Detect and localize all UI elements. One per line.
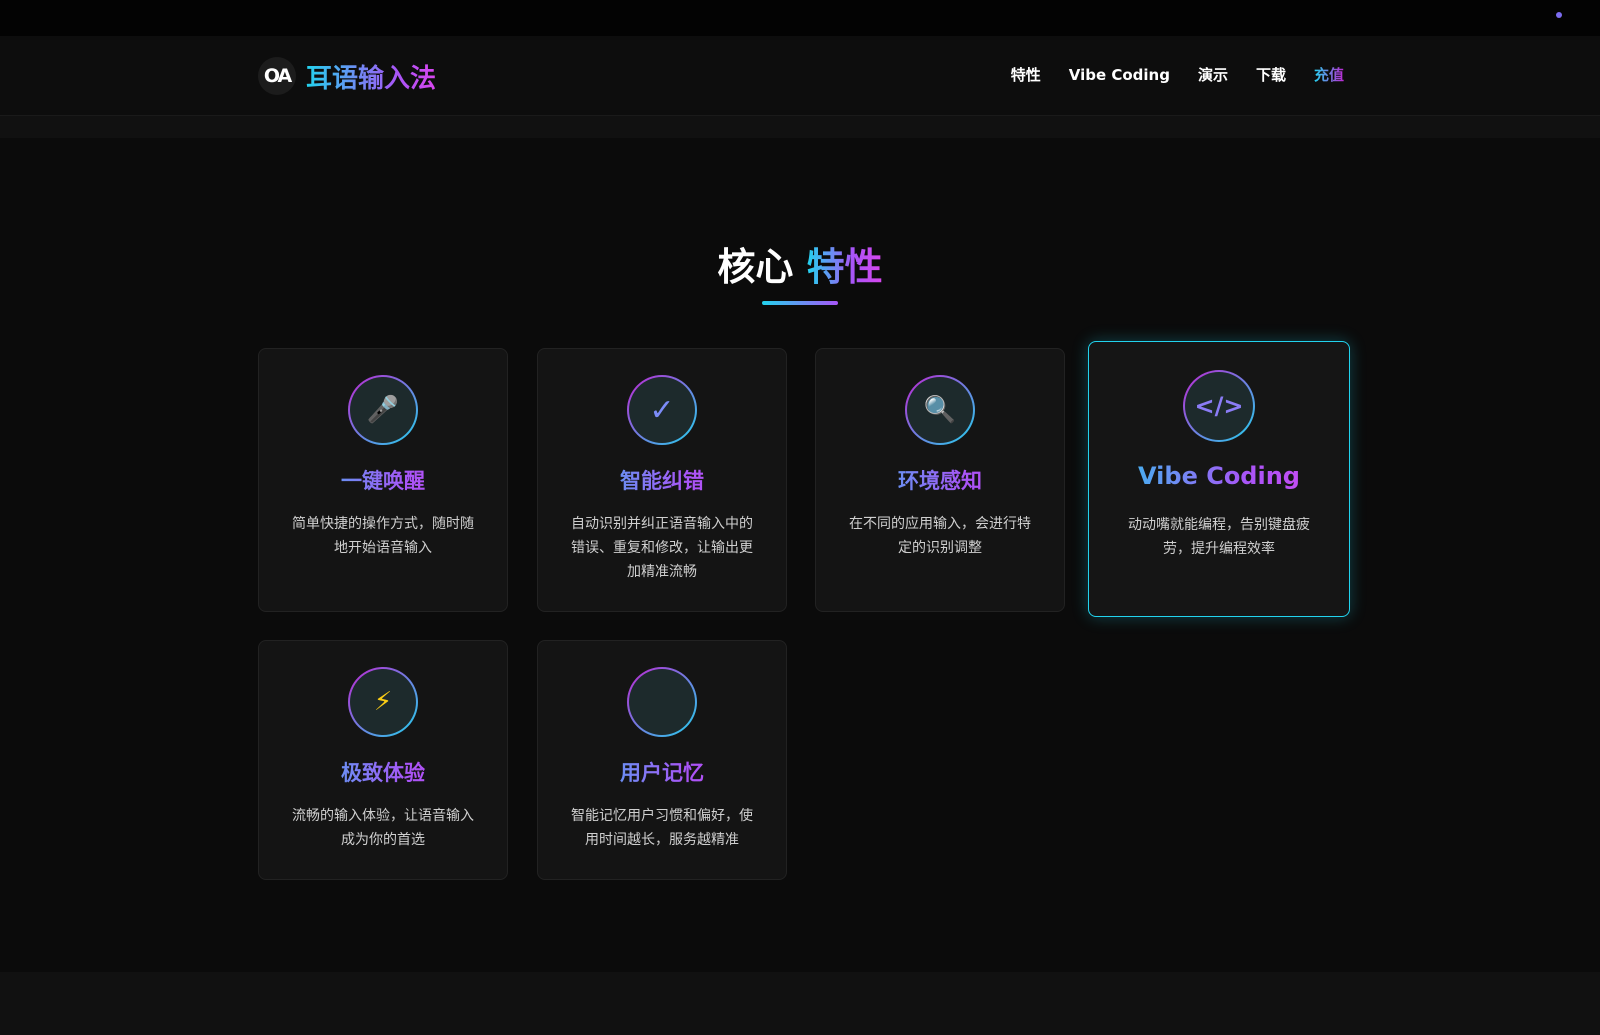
nav-download[interactable]: 下载 <box>1256 64 1286 85</box>
check-icon: ✓ <box>629 377 695 443</box>
feature-icon-ring: ✓ <box>627 375 697 445</box>
feature-title: Vibe Coding <box>1089 462 1349 490</box>
feature-description: 流畅的输入体验，让语音输入成为你的首选 <box>292 808 474 848</box>
status-dot <box>1556 12 1562 18</box>
feature-title: 环境感知 <box>816 465 1064 495</box>
feature-description: 动动嘴就能编程，告别键盘疲劳，提升编程效率 <box>1128 517 1310 557</box>
brand-name: 耳语输入法 <box>306 58 436 95</box>
feature-card-memory[interactable]: 用户记忆 智能记忆用户习惯和偏好，使用时间越长，服务越精准 <box>537 640 787 880</box>
site-header: OA 耳语输入法 特性 Vibe Coding 演示 下载 充值 <box>0 36 1600 116</box>
footer-band <box>0 972 1600 1035</box>
header-divider-strip <box>0 116 1600 138</box>
feature-title: 用户记忆 <box>538 757 786 787</box>
feature-description: 智能记忆用户习惯和偏好，使用时间越长，服务越精准 <box>571 808 753 848</box>
feature-card-vibe-coding[interactable]: </> Vibe Coding 动动嘴就能编程，告别键盘疲劳，提升编程效率 <box>1088 341 1350 617</box>
feature-card-context[interactable]: 🔍 环境感知 在不同的应用输入，会进行特定的识别调整 <box>815 348 1065 612</box>
main-nav: 特性 Vibe Coding 演示 下载 充值 <box>1011 64 1344 85</box>
code-icon: </> <box>1185 372 1253 440</box>
feature-title: 极致体验 <box>259 757 507 787</box>
feature-description: 简单快捷的操作方式，随时随地开始语音输入 <box>292 516 474 556</box>
title-underline <box>762 301 838 305</box>
nav-vibe-coding[interactable]: Vibe Coding <box>1069 66 1170 84</box>
feature-icon-ring: 🔍 <box>905 375 975 445</box>
section-title-accent: 特性 <box>806 245 883 289</box>
lightning-icon: ⚡ <box>350 669 416 735</box>
brand[interactable]: OA 耳语输入法 <box>258 56 436 96</box>
nav-demo[interactable]: 演示 <box>1198 64 1228 85</box>
magnifier-icon: 🔍 <box>907 377 973 443</box>
feature-card-wake[interactable]: 🎤 一键唤醒 简单快捷的操作方式，随时随地开始语音输入 <box>258 348 508 612</box>
nav-features[interactable]: 特性 <box>1011 64 1041 85</box>
section-title: 核心 特性 <box>0 236 1600 291</box>
feature-icon-ring: ⚡ <box>348 667 418 737</box>
feature-title: 一键唤醒 <box>259 465 507 495</box>
memory-icon <box>629 669 695 735</box>
microphone-icon: 🎤 <box>350 377 416 443</box>
feature-card-correction[interactable]: ✓ 智能纠错 自动识别并纠正语音输入中的错误、重复和修改，让输出更加精准流畅 <box>537 348 787 612</box>
logo-icon: OA <box>258 57 296 95</box>
window-top-bar <box>0 0 1600 36</box>
feature-icon-ring: </> <box>1183 370 1255 442</box>
feature-title: 智能纠错 <box>538 465 786 495</box>
feature-card-experience[interactable]: ⚡ 极致体验 流畅的输入体验，让语音输入成为你的首选 <box>258 640 508 880</box>
feature-description: 自动识别并纠正语音输入中的错误、重复和修改，让输出更加精准流畅 <box>571 516 753 580</box>
section-title-plain: 核心 <box>717 245 794 289</box>
feature-icon-ring <box>627 667 697 737</box>
feature-description: 在不同的应用输入，会进行特定的识别调整 <box>849 516 1031 556</box>
nav-recharge[interactable]: 充值 <box>1314 64 1344 85</box>
feature-icon-ring: 🎤 <box>348 375 418 445</box>
